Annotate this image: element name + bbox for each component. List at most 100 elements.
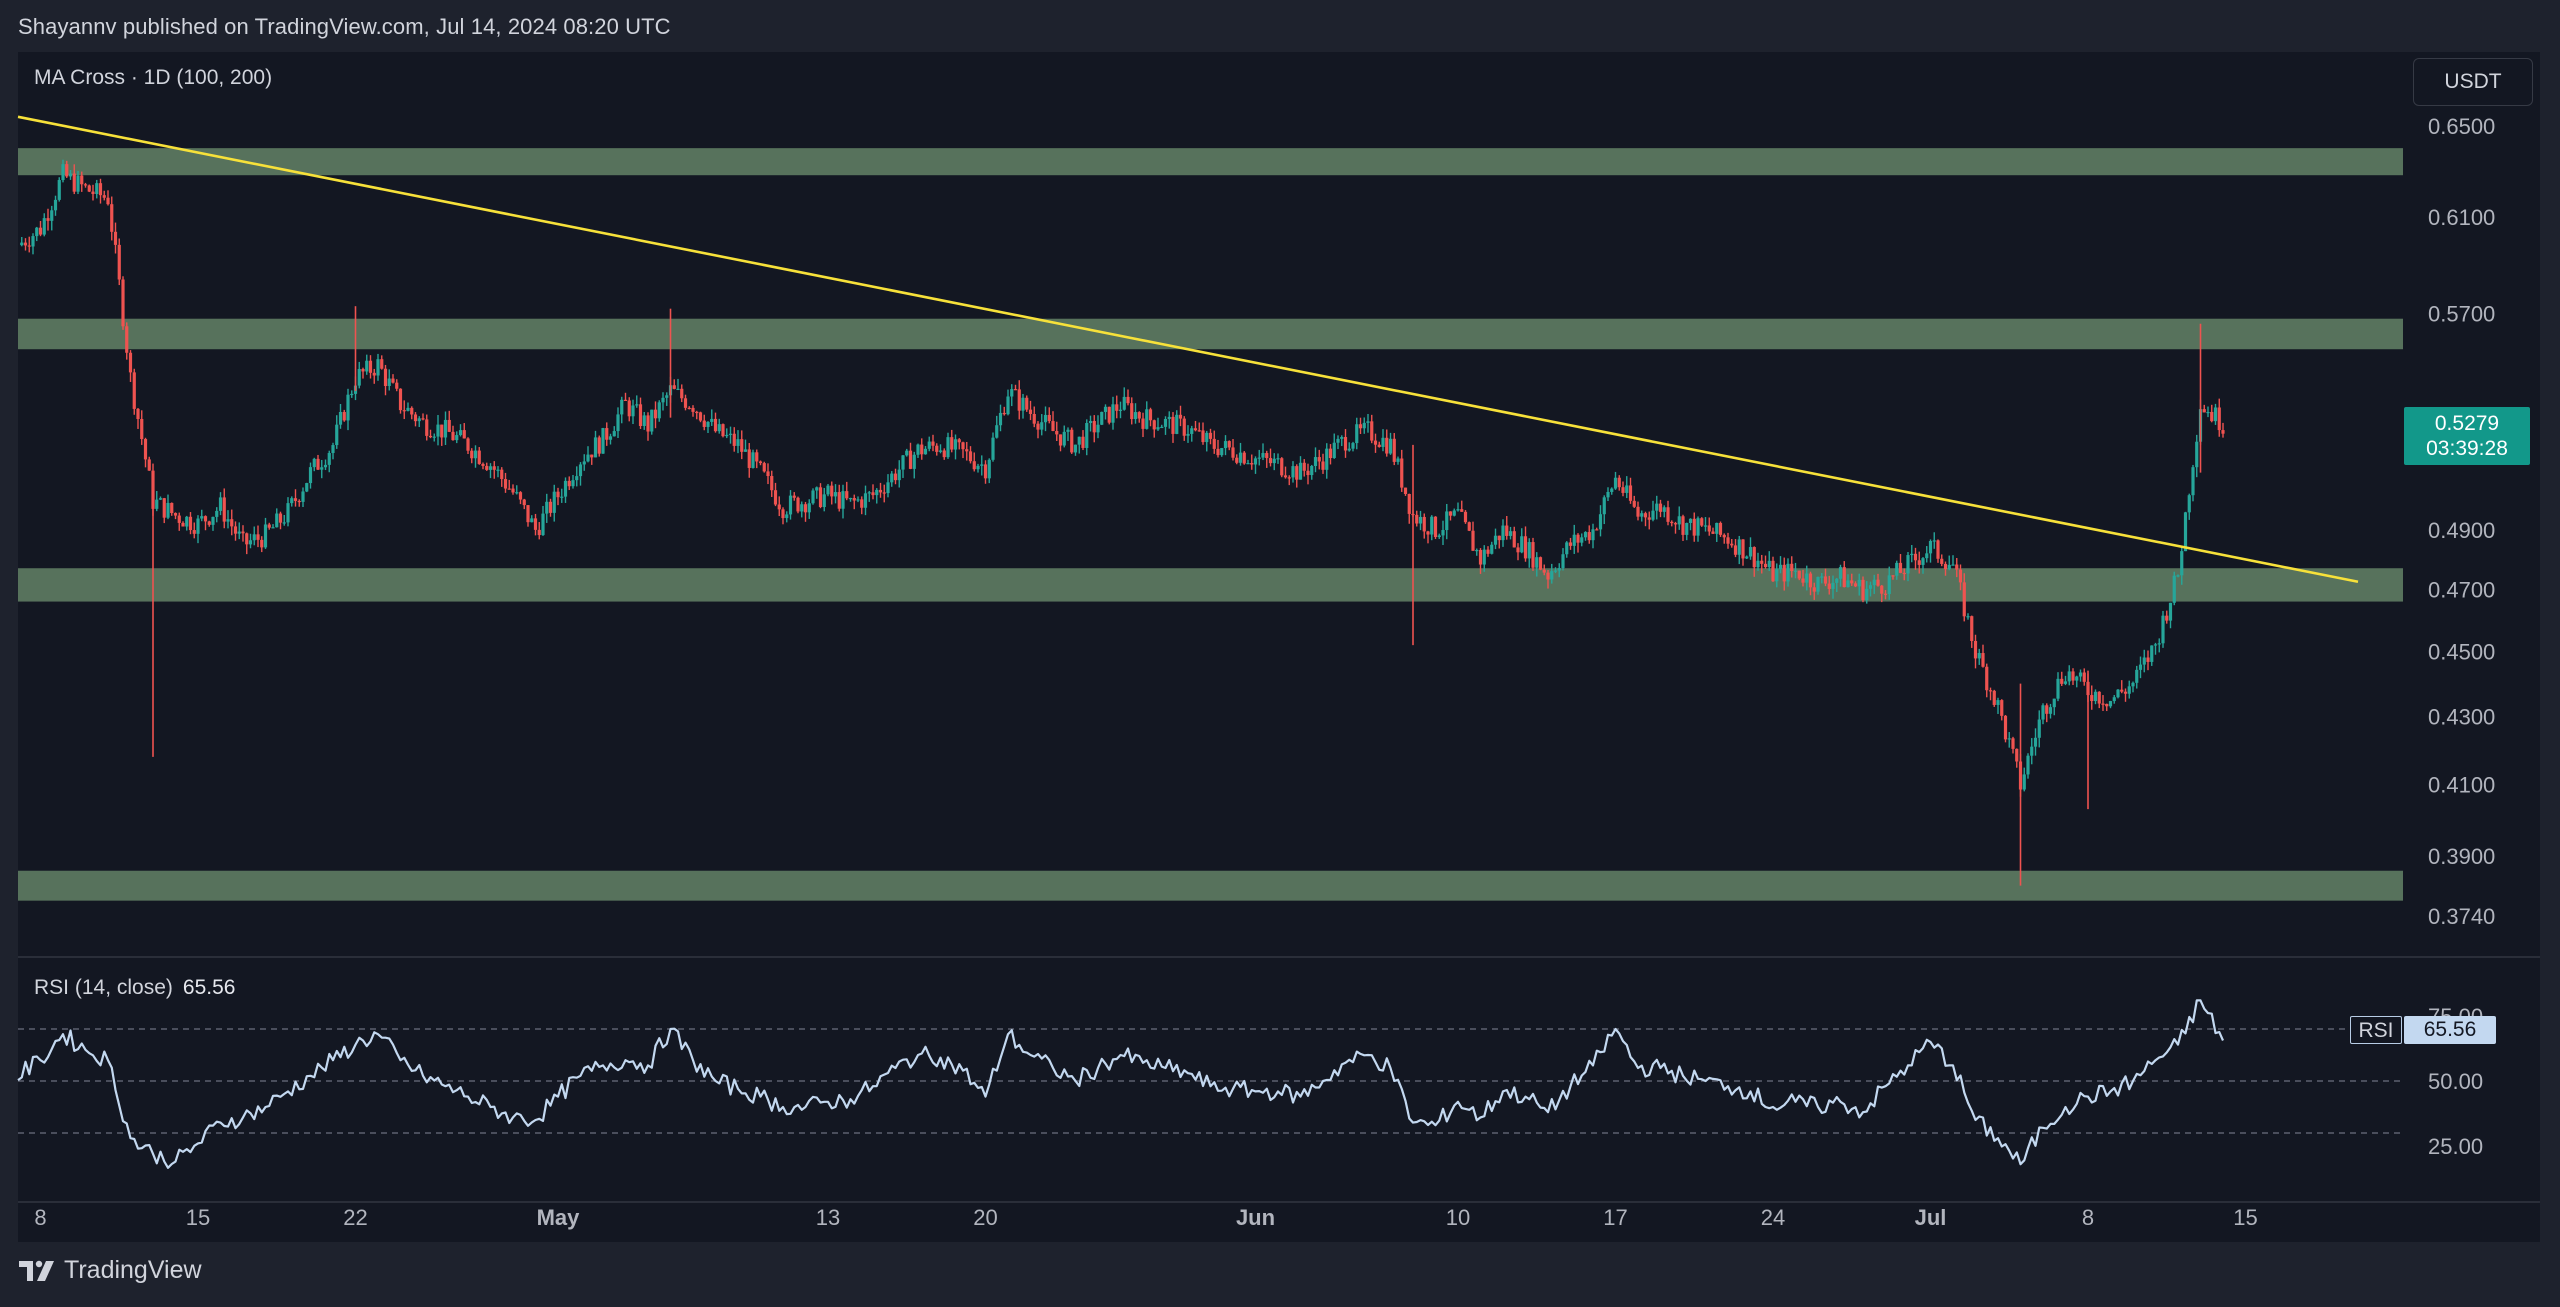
candle-body (691, 407, 695, 412)
price-axis-tick: 0.6500 (2428, 114, 2495, 139)
candle-body (1497, 535, 1501, 541)
candle-body (155, 499, 159, 509)
candle-body (1133, 412, 1138, 420)
candle-body (1951, 564, 1955, 566)
candle-body (1523, 536, 1528, 559)
candle-body (312, 458, 316, 468)
candle-body (1748, 547, 1753, 557)
candle-body (2183, 512, 2188, 552)
candle-body (1291, 466, 1295, 478)
candle-body (515, 492, 519, 494)
rsi-legend-value: 65.56 (182, 976, 236, 999)
candle-body (1610, 488, 1614, 492)
candle-body (762, 463, 766, 472)
candle-body (451, 431, 455, 441)
candle-body (245, 533, 249, 545)
candle-body (2090, 695, 2094, 702)
candle-body (425, 419, 429, 436)
candle-body (890, 473, 894, 483)
candle-body (1726, 537, 1730, 544)
candle-body (1193, 428, 1198, 431)
candle-body (635, 404, 639, 406)
candle-body (552, 491, 556, 513)
candle-body (998, 412, 1003, 426)
candle-body (968, 451, 973, 462)
candle-body (271, 527, 275, 529)
candle-body (1415, 514, 1419, 524)
candle-body (893, 473, 898, 481)
candle-body (950, 437, 954, 450)
candle-body (721, 424, 725, 437)
candle-body (1992, 690, 1996, 705)
candle-body (1006, 396, 1010, 415)
candle-body (80, 175, 84, 185)
candle-body (335, 424, 339, 446)
candle-body (1148, 409, 1153, 421)
candle-body (586, 454, 590, 462)
candle-body (927, 441, 931, 449)
candle-body (1077, 436, 1081, 445)
candle-body (1122, 396, 1126, 410)
candle-body (837, 492, 841, 509)
candle-body (803, 504, 808, 513)
candle-body (1493, 535, 1498, 545)
candle-body (320, 467, 324, 470)
candle-body (395, 382, 399, 389)
candle-body (173, 513, 178, 516)
candle-body (383, 368, 388, 387)
candle-body (1321, 461, 1325, 470)
candle-body (428, 435, 433, 438)
time-axis-tick: 8 (2082, 1205, 2094, 1230)
candle-body (222, 497, 226, 522)
rsi-axis-label: RSI (2350, 1016, 2402, 1044)
candle-body (387, 378, 391, 387)
candle-body (683, 398, 688, 408)
candle-body (1576, 534, 1580, 543)
candle-body (1257, 457, 1261, 459)
currency-button[interactable]: USDT (2413, 58, 2533, 106)
candle-body (1970, 616, 1974, 641)
candle-body (1310, 466, 1314, 476)
candle-body (1017, 389, 1021, 411)
candle-body (1561, 554, 1565, 569)
candle-body (916, 444, 920, 455)
candle-body (1130, 403, 1134, 420)
candle-body (1550, 571, 1554, 580)
candle-body (1055, 430, 1059, 435)
candle-body (1508, 531, 1513, 536)
candle-body (1745, 556, 1749, 559)
candle-body (391, 378, 395, 383)
candle-body (1838, 567, 1843, 579)
candle-body (1583, 532, 1588, 538)
candle-body (1351, 443, 1355, 449)
candle-body (822, 494, 826, 508)
candle-body (1313, 457, 1318, 467)
candle-body (923, 448, 928, 455)
candle-body (965, 449, 969, 452)
candle-body (132, 372, 136, 409)
candle-body (1527, 542, 1531, 559)
price-axis-tick: 0.4700 (2428, 577, 2495, 602)
time-axis-tick: 20 (973, 1205, 997, 1230)
chart-canvas[interactable]: 0.6500 0.6100 0.5700 0.4900 0.4700 0.4500 0.43… (0, 0, 2560, 1307)
candle-body (2030, 746, 2034, 756)
candle-body (2026, 755, 2030, 775)
tradingview-brand[interactable]: TradingView (18, 1256, 202, 1285)
candle-body (2142, 657, 2146, 665)
candle-body (563, 480, 568, 497)
candle-body (2101, 703, 2105, 705)
candle-body (196, 518, 200, 534)
candle-body (1381, 437, 1385, 447)
candle-body (2195, 441, 2199, 468)
rsi-line (17, 999, 2225, 1169)
candle-body (1021, 397, 1025, 411)
candle-body (376, 359, 380, 376)
candle-body (1606, 491, 1610, 498)
candle-body (177, 515, 181, 523)
candle-body (953, 439, 958, 450)
candle-body (1332, 442, 1336, 459)
candle-body (1685, 522, 1689, 535)
candle-body (117, 244, 121, 280)
candle-body (1891, 575, 1895, 577)
candle-body (1478, 549, 1483, 565)
